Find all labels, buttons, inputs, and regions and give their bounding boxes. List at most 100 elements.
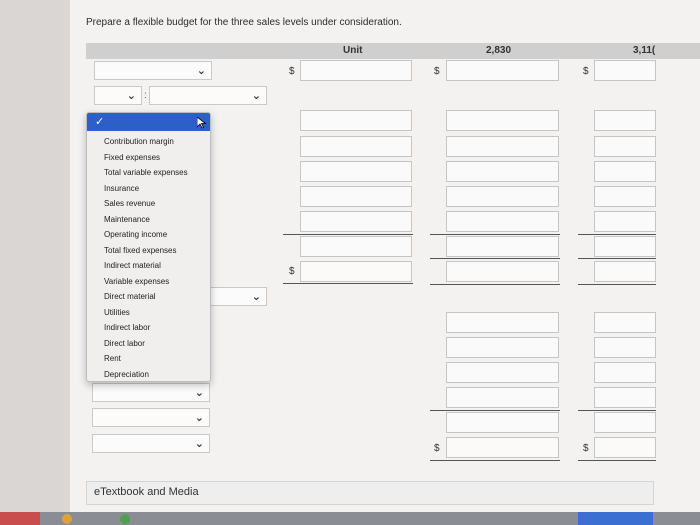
underline bbox=[430, 460, 560, 461]
col2830-input-2[interactable] bbox=[446, 136, 559, 157]
etextbook-media-link[interactable]: eTextbook and Media bbox=[86, 481, 654, 505]
dropdown-option[interactable]: Total fixed expenses bbox=[104, 243, 188, 259]
col2830-input-3[interactable] bbox=[446, 161, 559, 182]
underline bbox=[283, 283, 413, 284]
dollar-sign: $ bbox=[434, 443, 440, 454]
col2830-input-total[interactable] bbox=[446, 437, 559, 458]
column-header-2830: 2,830 bbox=[486, 45, 512, 56]
dollar-sign: $ bbox=[583, 443, 589, 454]
underline bbox=[578, 460, 656, 461]
col3110-input-11[interactable] bbox=[594, 387, 656, 408]
chevron-down-icon: ⌄ bbox=[194, 438, 204, 450]
row-label-select[interactable]: ⌄ bbox=[92, 383, 210, 402]
col3110-input-4[interactable] bbox=[594, 186, 656, 207]
dropdown-option[interactable]: Utilities bbox=[104, 305, 188, 321]
col3110-input-6[interactable] bbox=[594, 236, 656, 257]
dollar-sign: $ bbox=[289, 266, 295, 277]
col3110-input-8[interactable] bbox=[594, 312, 656, 333]
col2830-input-12[interactable] bbox=[446, 412, 559, 433]
unit-input-total[interactable] bbox=[300, 261, 412, 282]
unit-input-3[interactable] bbox=[300, 161, 412, 182]
etextbook-media-label: eTextbook and Media bbox=[94, 486, 199, 498]
dropdown-option-list: Contribution margin Fixed expenses Total… bbox=[104, 134, 188, 382]
col2830-input-4[interactable] bbox=[446, 186, 559, 207]
col2830-input-9[interactable] bbox=[446, 337, 559, 358]
dropdown-option[interactable]: Sales revenue bbox=[104, 196, 188, 212]
underline bbox=[430, 410, 560, 411]
taskbar-app-icon bbox=[578, 512, 653, 525]
chevron-down-icon: ⌄ bbox=[194, 387, 204, 399]
dollar-sign: $ bbox=[583, 66, 589, 77]
col3110-input-12[interactable] bbox=[594, 412, 656, 433]
column-header-unit: Unit bbox=[343, 45, 363, 56]
label-dropdown-menu[interactable]: ✓ Contribution margin Fixed expenses Tot… bbox=[86, 112, 211, 382]
chevron-down-icon: ⌄ bbox=[196, 65, 206, 77]
col3110-input-1[interactable] bbox=[594, 110, 656, 131]
col2830-input-5[interactable] bbox=[446, 211, 559, 232]
dropdown-option[interactable]: Depreciation bbox=[104, 367, 188, 383]
row1-unit-input[interactable] bbox=[300, 60, 412, 81]
check-icon: ✓ bbox=[95, 116, 105, 128]
dropdown-selected-blank-option[interactable]: ✓ bbox=[87, 113, 210, 131]
dropdown-option[interactable]: Insurance bbox=[104, 181, 188, 197]
col2830-input-1[interactable] bbox=[446, 110, 559, 131]
taskbar-app-icon bbox=[62, 514, 72, 524]
col2830-input-6[interactable] bbox=[446, 236, 559, 257]
unit-input-6[interactable] bbox=[300, 236, 412, 257]
col3110-input-9[interactable] bbox=[594, 337, 656, 358]
dropdown-option[interactable]: Direct labor bbox=[104, 336, 188, 352]
colon-separator: : bbox=[144, 90, 147, 101]
col2830-input-8[interactable] bbox=[446, 312, 559, 333]
col3110-input-2[interactable] bbox=[594, 136, 656, 157]
dropdown-option[interactable]: Rent bbox=[104, 351, 188, 367]
row-label-select[interactable]: ⌄ bbox=[92, 408, 210, 427]
dollar-sign: $ bbox=[434, 66, 440, 77]
underline bbox=[430, 258, 560, 259]
row1-3110-input[interactable] bbox=[594, 60, 656, 81]
dropdown-option[interactable]: Maintenance bbox=[104, 212, 188, 228]
taskbar-app-icon bbox=[120, 514, 130, 524]
dollar-sign: $ bbox=[289, 66, 295, 77]
col3110-input-5[interactable] bbox=[594, 211, 656, 232]
underline bbox=[578, 410, 656, 411]
col3110-input-total[interactable] bbox=[594, 437, 656, 458]
col3110-input-7[interactable] bbox=[594, 261, 656, 282]
col3110-input-10[interactable] bbox=[594, 362, 656, 383]
dropdown-option[interactable]: Contribution margin bbox=[104, 134, 188, 150]
underline bbox=[430, 234, 560, 235]
underline bbox=[578, 284, 656, 285]
dropdown-option[interactable]: Variable expenses bbox=[104, 274, 188, 290]
dropdown-option[interactable]: Direct material bbox=[104, 289, 188, 305]
column-header-3110: 3,11( bbox=[633, 45, 656, 56]
chevron-down-icon: ⌄ bbox=[251, 90, 261, 102]
cursor-icon bbox=[197, 117, 207, 129]
row2-label-select[interactable]: ⌄ bbox=[149, 86, 267, 105]
col2830-input-11[interactable] bbox=[446, 387, 559, 408]
underline bbox=[578, 234, 656, 235]
row-label-select[interactable]: ⌄ bbox=[92, 434, 210, 453]
unit-input-4[interactable] bbox=[300, 186, 412, 207]
row1-2830-input[interactable] bbox=[446, 60, 559, 81]
underline bbox=[578, 258, 656, 259]
chevron-down-icon: ⌄ bbox=[126, 90, 136, 102]
chevron-down-icon: ⌄ bbox=[194, 412, 204, 424]
instruction-text: Prepare a flexible budget for the three … bbox=[86, 17, 402, 28]
row1-label-select[interactable]: ⌄ bbox=[94, 61, 212, 80]
taskbar-app-icon bbox=[0, 512, 40, 525]
row2-sign-select[interactable]: ⌄ bbox=[94, 86, 142, 105]
unit-input-5[interactable] bbox=[300, 211, 412, 232]
unit-input-1[interactable] bbox=[300, 110, 412, 131]
dropdown-option[interactable]: Operating income bbox=[104, 227, 188, 243]
col2830-input-10[interactable] bbox=[446, 362, 559, 383]
dropdown-option[interactable]: Total variable expenses bbox=[104, 165, 188, 181]
underline bbox=[283, 234, 413, 235]
dropdown-option[interactable]: Indirect material bbox=[104, 258, 188, 274]
dropdown-option[interactable]: Indirect labor bbox=[104, 320, 188, 336]
underline bbox=[430, 284, 560, 285]
dropdown-option[interactable]: Fixed expenses bbox=[104, 150, 188, 166]
taskbar bbox=[0, 512, 700, 525]
column-header-bar: Unit 2,830 3,11( bbox=[86, 43, 700, 59]
unit-input-2[interactable] bbox=[300, 136, 412, 157]
col3110-input-3[interactable] bbox=[594, 161, 656, 182]
col2830-input-7[interactable] bbox=[446, 261, 559, 282]
